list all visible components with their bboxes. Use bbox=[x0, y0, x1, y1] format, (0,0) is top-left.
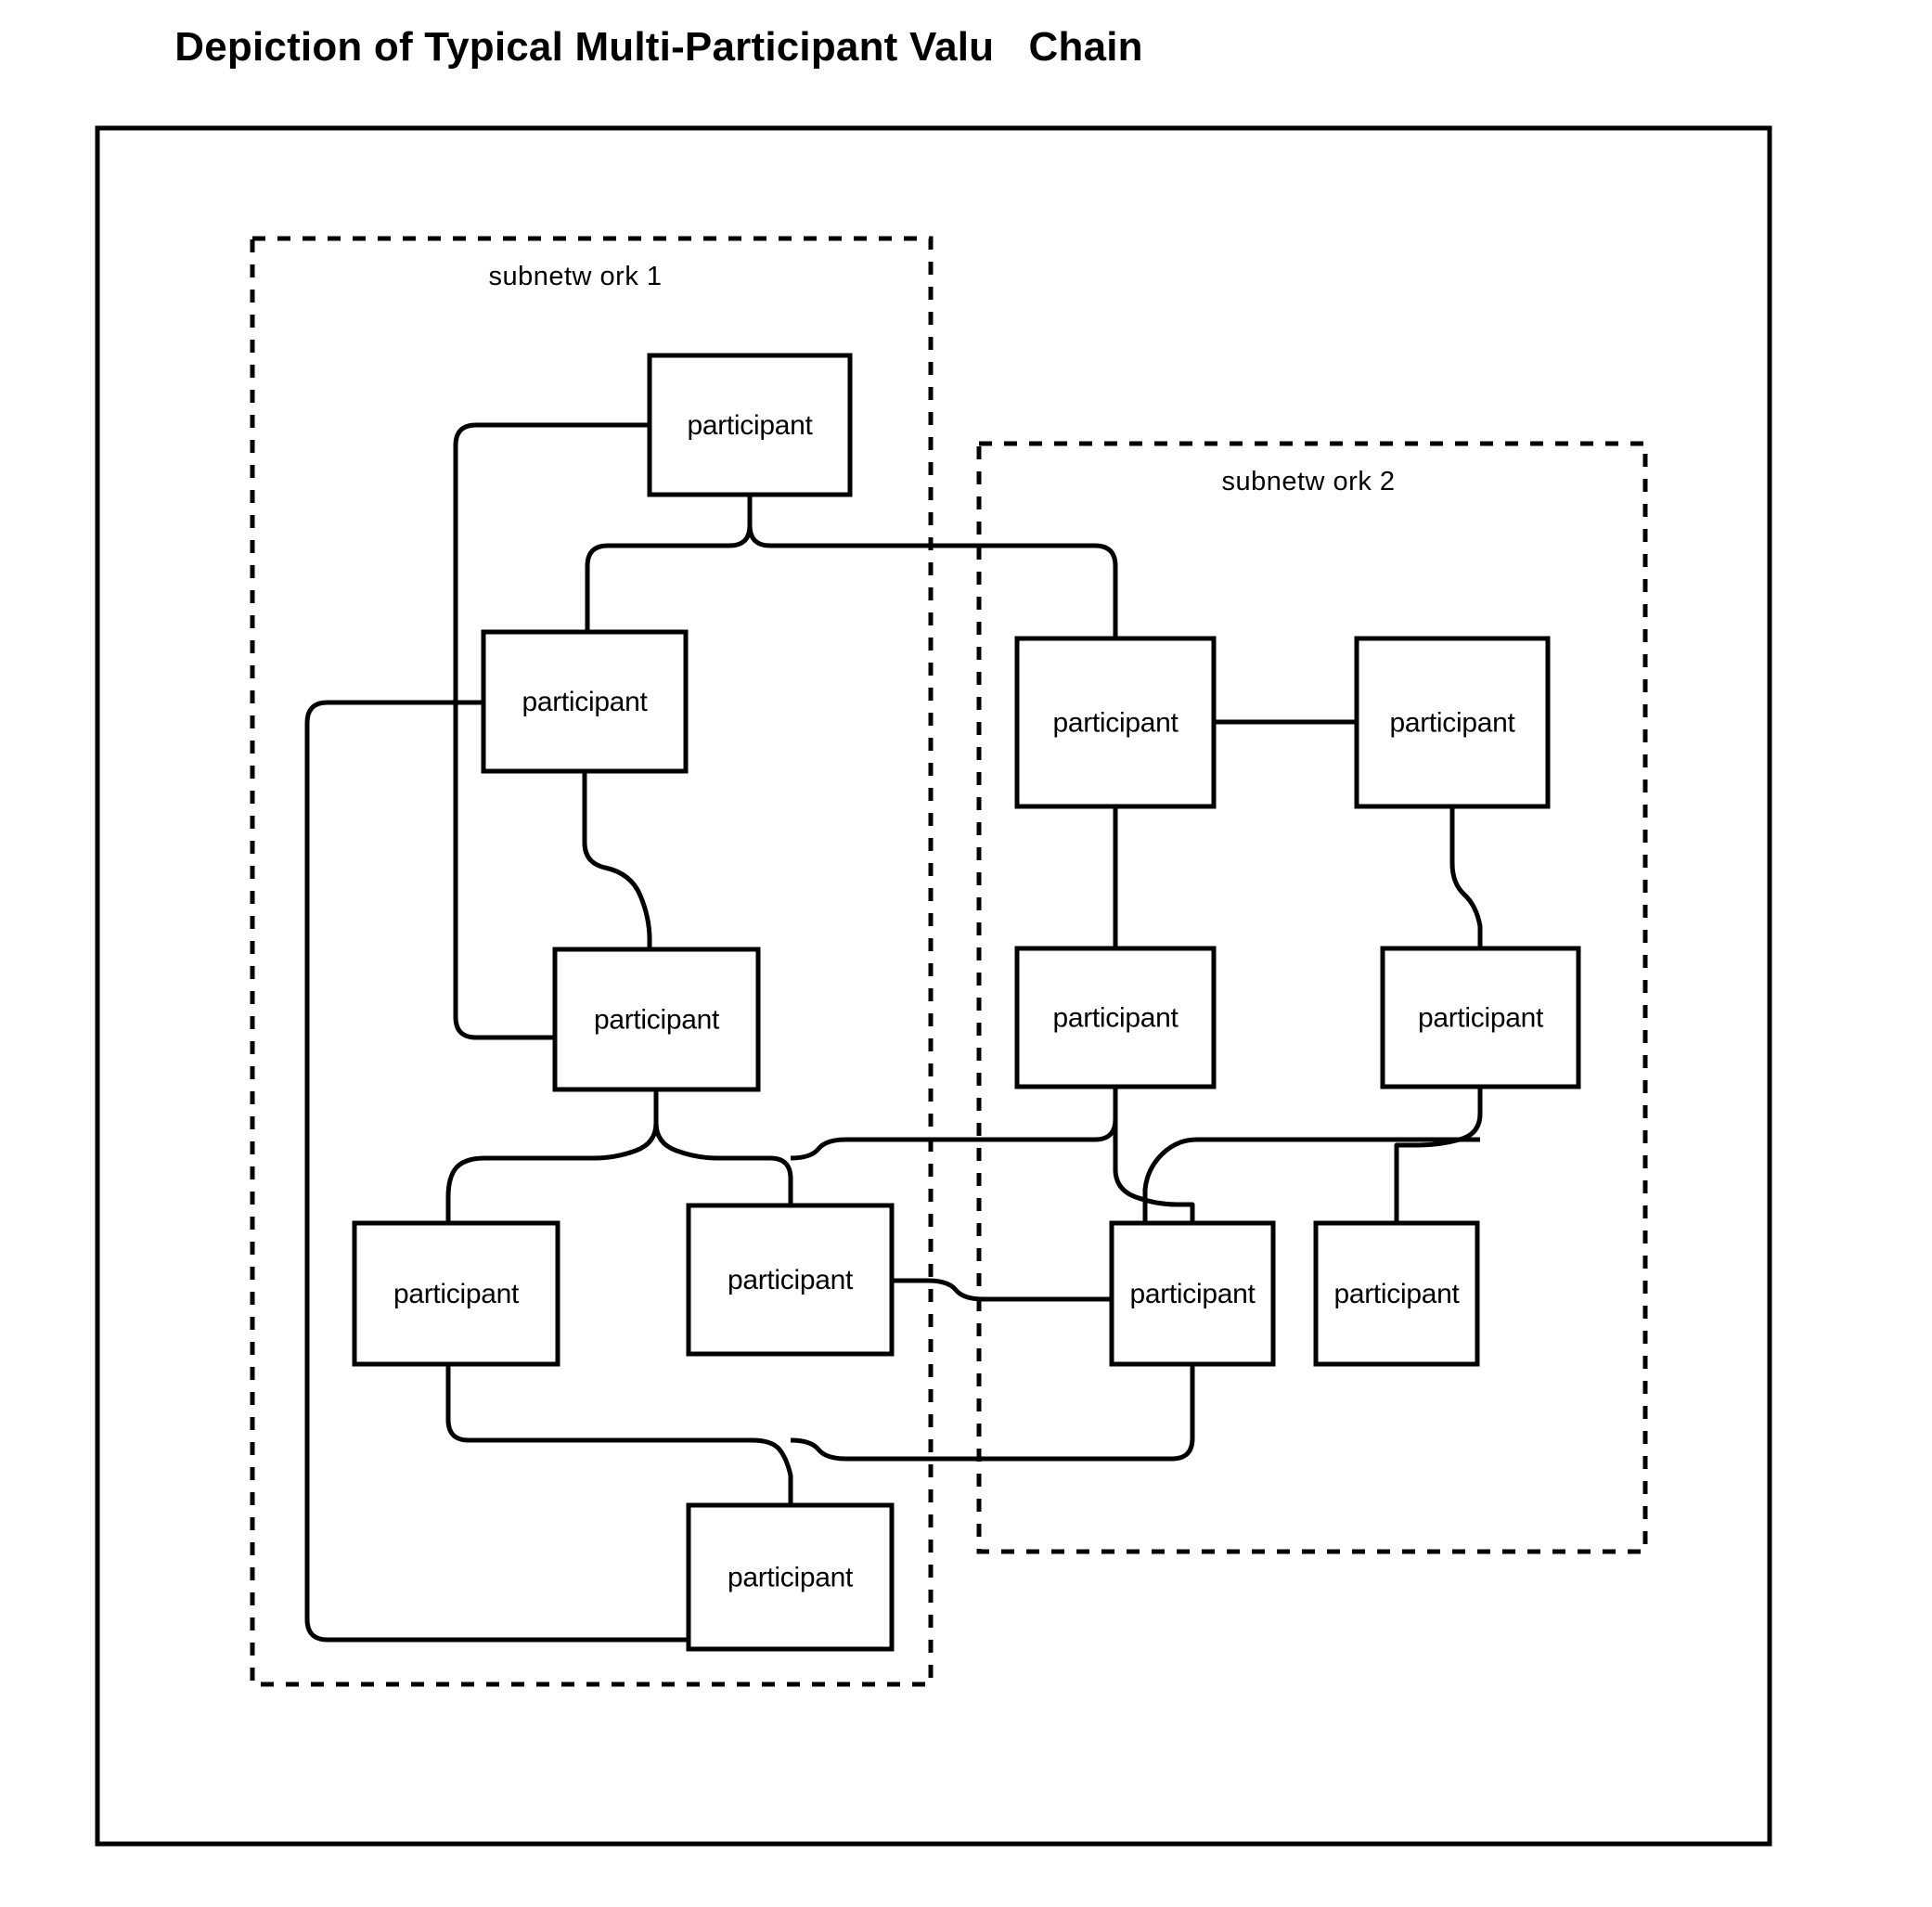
link-p9-p11 bbox=[1113, 1087, 1195, 1223]
node-label: participant bbox=[594, 1005, 720, 1036]
node-label: participant bbox=[1389, 708, 1515, 739]
diagram-page: Depiction of Typical Multi-Participant V… bbox=[0, 0, 1932, 1907]
node-label: participant bbox=[1052, 1003, 1179, 1034]
link-p2-p3 bbox=[582, 771, 652, 949]
node-label: participant bbox=[1052, 708, 1179, 739]
link-p3-p9 bbox=[790, 1087, 1118, 1161]
link-p5-p11 bbox=[892, 1278, 1112, 1302]
link-p10-p12 bbox=[1142, 1137, 1481, 1223]
node-p11[interactable]: participant bbox=[1109, 1220, 1276, 1367]
subnetwork-label-1: subnetw ork 1 bbox=[488, 262, 662, 291]
node-label: participant bbox=[1129, 1279, 1256, 1309]
node-p6[interactable]: participant bbox=[686, 1502, 895, 1652]
link-p1-p2 bbox=[585, 495, 753, 632]
node-p2[interactable]: participant bbox=[481, 629, 689, 774]
node-label: participant bbox=[728, 1563, 854, 1593]
node-label: participant bbox=[728, 1265, 854, 1295]
node-p9[interactable]: participant bbox=[1014, 946, 1217, 1089]
node-label: participant bbox=[1418, 1003, 1544, 1034]
node-label: participant bbox=[687, 410, 813, 441]
node-p12[interactable]: participant bbox=[1313, 1220, 1480, 1367]
link-p3-p4 bbox=[445, 1089, 659, 1223]
link-p4-p6 bbox=[445, 1364, 793, 1505]
link-p2-p6 bbox=[304, 700, 770, 1643]
node-p3[interactable]: participant bbox=[552, 947, 761, 1092]
node-p5[interactable]: participant bbox=[686, 1203, 895, 1357]
node-p7[interactable]: participant bbox=[1014, 636, 1217, 809]
subnetwork-label-2: subnetw ork 2 bbox=[1221, 467, 1395, 496]
node-label: participant bbox=[393, 1279, 520, 1309]
diagram-canvas: subnetw ork 1 subnetw ork 2 participant par… bbox=[95, 125, 1772, 1847]
link-p10-p12 bbox=[1394, 1087, 1483, 1223]
node-label: participant bbox=[522, 687, 648, 717]
node-p10[interactable]: participant bbox=[1380, 946, 1581, 1089]
node-p4[interactable]: participant bbox=[352, 1220, 560, 1367]
node-p8[interactable]: participant bbox=[1354, 636, 1551, 809]
link-p6-p11 bbox=[790, 1364, 1195, 1462]
link-p3-p5 bbox=[653, 1122, 793, 1205]
node-label: participant bbox=[1333, 1279, 1460, 1309]
link-p8-p10 bbox=[1449, 806, 1483, 948]
node-p1[interactable]: participant bbox=[647, 353, 853, 497]
